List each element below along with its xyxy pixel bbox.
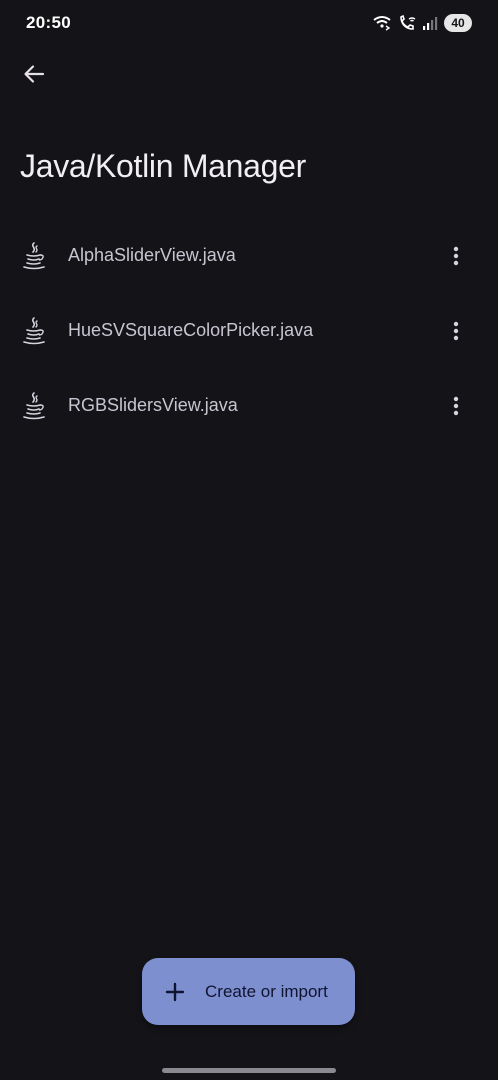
file-list: AlphaSliderView.java HueSVSquareColorPic… bbox=[0, 218, 498, 443]
file-name: AlphaSliderView.java bbox=[68, 245, 236, 265]
page-title: Java/Kotlin Manager bbox=[20, 148, 307, 184]
battery-icon: 40 bbox=[444, 14, 472, 32]
list-item[interactable]: HueSVSquareColorPicker.java bbox=[0, 293, 498, 368]
wifi-calling-icon bbox=[372, 15, 392, 31]
java-icon bbox=[20, 316, 48, 346]
status-time: 20:50 bbox=[26, 13, 71, 32]
call-wifi-icon bbox=[398, 15, 416, 31]
gesture-navigation-bar[interactable] bbox=[162, 1068, 336, 1073]
back-button[interactable] bbox=[14, 56, 54, 96]
fab-label: Create or import bbox=[205, 981, 328, 1001]
screen: 20:50 40 Java/Kotlin Manager AlphaSlider… bbox=[0, 0, 498, 1080]
file-name: HueSVSquareColorPicker.java bbox=[68, 320, 314, 340]
add-icon bbox=[164, 981, 186, 1003]
arrow-back-icon bbox=[23, 63, 45, 90]
file-name: RGBSlidersView.java bbox=[68, 395, 238, 415]
create-or-import-button[interactable]: Create or import bbox=[142, 958, 355, 1025]
java-icon bbox=[20, 391, 48, 421]
signal-icon bbox=[422, 15, 438, 31]
more-vert-icon[interactable] bbox=[436, 236, 476, 276]
status-icons: 40 bbox=[372, 14, 472, 32]
more-vert-icon[interactable] bbox=[436, 311, 476, 351]
more-vert-icon[interactable] bbox=[436, 386, 476, 426]
java-icon bbox=[20, 241, 48, 271]
list-item[interactable]: RGBSlidersView.java bbox=[0, 368, 498, 443]
list-item[interactable]: AlphaSliderView.java bbox=[0, 218, 498, 293]
status-bar: 20:50 40 bbox=[0, 0, 498, 46]
